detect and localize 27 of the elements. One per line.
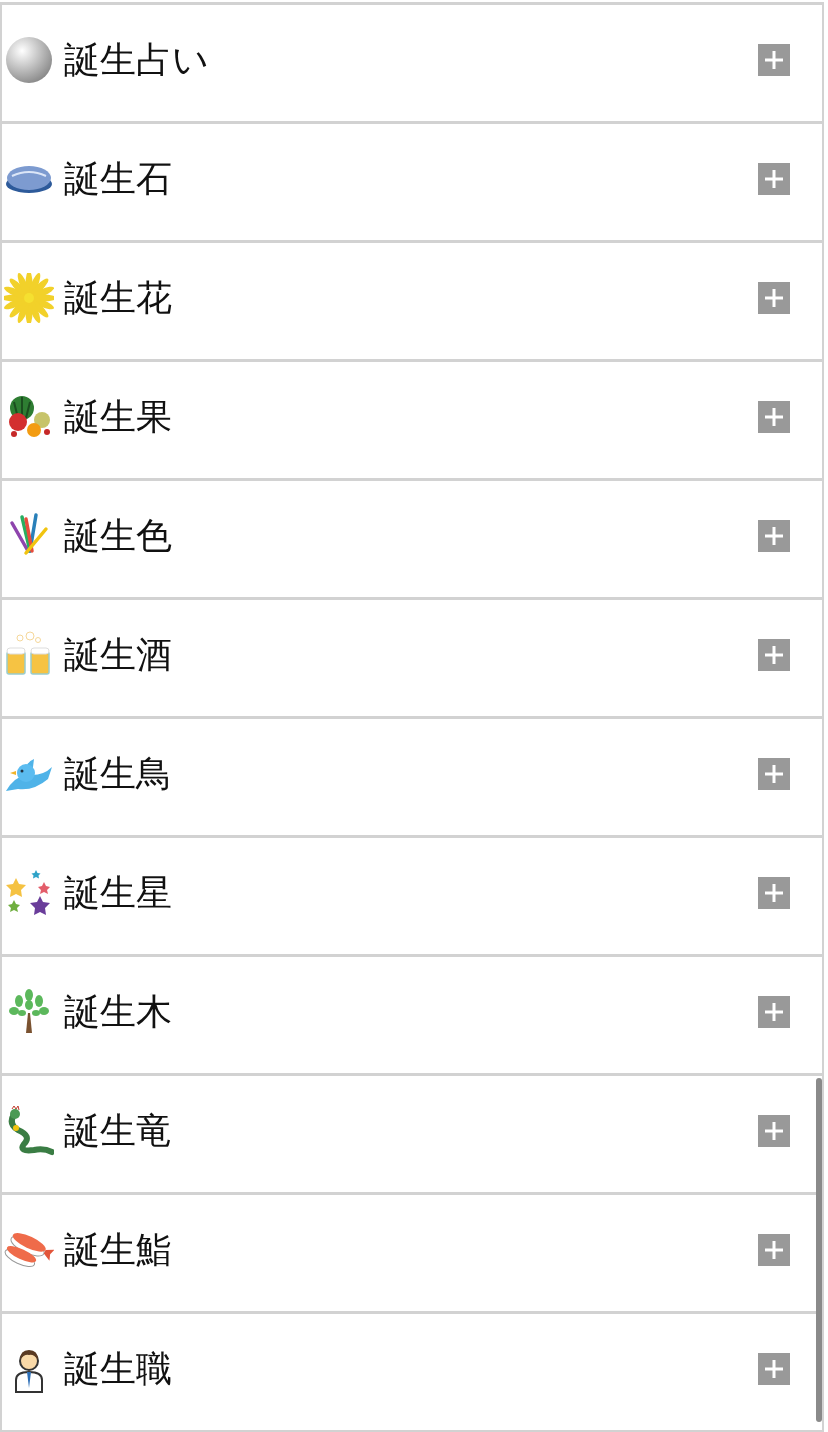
accordion-header[interactable]: 誕生酒 <box>2 600 812 716</box>
item-label: 誕生竜 <box>64 1108 173 1153</box>
item-label: 誕生鮨 <box>64 1227 173 1272</box>
item-label: 誕生花 <box>64 275 173 320</box>
item-label: 誕生石 <box>64 156 173 201</box>
accordion-header[interactable]: 誕生花 <box>2 243 812 359</box>
accordion-header[interactable]: 誕生竜 <box>2 1076 812 1192</box>
accordion-header[interactable]: 誕生職 <box>2 1314 812 1430</box>
item-label: 誕生占い <box>64 37 210 82</box>
item-label: 誕生木 <box>64 989 173 1034</box>
item-label: 誕生果 <box>64 394 173 439</box>
accordion-header[interactable]: 誕生鮨 <box>2 1195 812 1311</box>
item-label: 誕生星 <box>64 870 173 915</box>
accordion-header[interactable]: 誕生果 <box>2 362 812 478</box>
accordion-header[interactable]: 誕生星 <box>2 838 812 954</box>
item-label: 誕生酒 <box>64 632 173 677</box>
accordion-header[interactable]: 誕生占い <box>2 5 812 121</box>
scrollbar[interactable] <box>816 1078 822 1422</box>
item-label: 誕生鳥 <box>64 751 173 796</box>
item-label: 誕生色 <box>64 513 173 558</box>
sphere-icon <box>4 35 54 85</box>
item-label: 誕生職 <box>64 1346 173 1391</box>
accordion-header[interactable]: 誕生石 <box>2 124 812 240</box>
flower-icon <box>4 273 54 323</box>
accordion-header[interactable]: 誕生木 <box>2 957 812 1073</box>
accordion-header[interactable]: 誕生鳥 <box>2 719 812 835</box>
accordion-header[interactable]: 誕生色 <box>2 481 812 597</box>
